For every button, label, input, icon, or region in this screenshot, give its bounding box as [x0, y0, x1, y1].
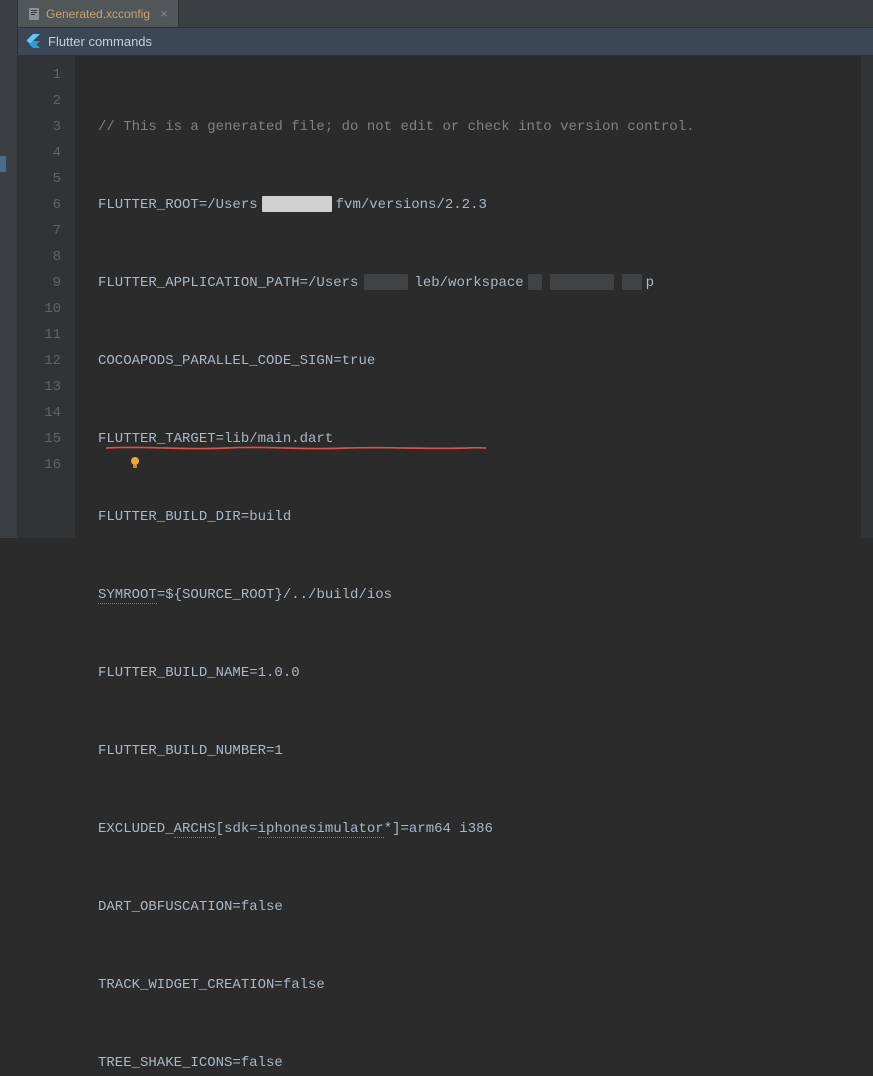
line-number: 9 — [18, 270, 61, 296]
line-number: 7 — [18, 218, 61, 244]
redacted-text — [550, 274, 614, 290]
code-text: [sdk= — [216, 821, 258, 837]
code-text: // This is a generated file; do not edit… — [98, 119, 695, 135]
line-number: 11 — [18, 322, 61, 348]
line-number: 1 — [18, 62, 61, 88]
code-text: EXCLUDED_ — [98, 821, 174, 837]
banner-text: Flutter commands — [48, 34, 152, 49]
code-text: iphonesimulator — [258, 821, 384, 838]
line-number: 4 — [18, 140, 61, 166]
code-editor[interactable]: 1 2 3 4 5 6 7 8 9 10 11 12 13 14 15 16 /… — [18, 56, 873, 538]
line-number: 2 — [18, 88, 61, 114]
flutter-icon — [26, 34, 40, 50]
flutter-commands-banner[interactable]: Flutter commands — [18, 28, 873, 56]
close-icon[interactable]: × — [160, 6, 168, 21]
line-number: 14 — [18, 400, 61, 426]
code-text: FLUTTER_BUILD_NAME=1.0.0 — [98, 665, 300, 681]
error-stripe[interactable] — [861, 56, 873, 538]
line-number: 3 — [18, 114, 61, 140]
code-text: DART_OBFUSCATION=false — [98, 899, 283, 915]
line-number: 5 — [18, 166, 61, 192]
redacted-text — [622, 274, 642, 290]
code-text: FLUTTER_BUILD_NUMBER=1 — [98, 743, 283, 759]
code-text: fvm/versions/2.2.3 — [336, 197, 487, 213]
redacted-text — [364, 274, 408, 290]
code-text: =${SOURCE_ROOT}/../build/ios — [157, 587, 392, 603]
code-text: COCOAPODS_PARALLEL_CODE_SIGN=true — [98, 353, 375, 369]
line-number: 8 — [18, 244, 61, 270]
intention-bulb-icon[interactable] — [78, 428, 92, 442]
code-text: p — [646, 275, 654, 291]
code-text: leb/workspace — [414, 275, 523, 291]
file-icon — [28, 7, 40, 21]
line-number: 16 — [18, 452, 61, 478]
code-text: FLUTTER_BUILD_DIR=build — [98, 509, 291, 525]
code-text: *]=arm64 i386 — [384, 821, 493, 837]
code-text: ARCHS — [174, 821, 216, 838]
code-text: TREE_SHAKE_ICONS=false — [98, 1055, 283, 1071]
line-number: 10 — [18, 296, 61, 322]
code-text: FLUTTER_APPLICATION_PATH=/Users — [98, 275, 358, 291]
project-tool-rail[interactable] — [0, 0, 18, 538]
code-text: SYMROOT — [98, 587, 157, 604]
annotation-underline — [106, 446, 486, 450]
line-number: 13 — [18, 374, 61, 400]
redacted-text — [262, 196, 332, 212]
code-area[interactable]: // This is a generated file; do not edit… — [76, 56, 873, 538]
line-gutter: 1 2 3 4 5 6 7 8 9 10 11 12 13 14 15 16 — [18, 56, 76, 538]
editor-tabs: Generated.xcconfig × — [18, 0, 873, 28]
code-text: FLUTTER_ROOT=/Users — [98, 197, 258, 213]
code-text: FLUTTER_TARGET=lib/main.dart — [98, 431, 333, 447]
code-text: TRACK_WIDGET_CREATION=false — [98, 977, 325, 993]
line-number: 6 — [18, 192, 61, 218]
line-number: 12 — [18, 348, 61, 374]
redacted-text — [528, 274, 542, 290]
line-number: 15 — [18, 426, 61, 452]
tab-label: Generated.xcconfig — [46, 7, 150, 21]
tab-generated-xcconfig[interactable]: Generated.xcconfig × — [18, 0, 179, 27]
